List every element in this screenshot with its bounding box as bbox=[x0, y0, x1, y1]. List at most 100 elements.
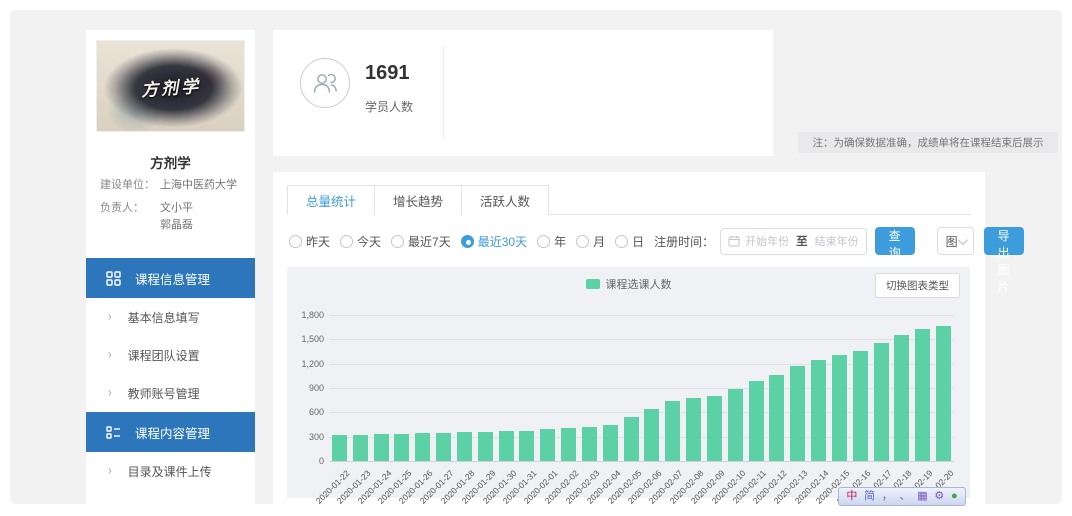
radio-last-7-days[interactable]: 最近7天 bbox=[391, 233, 451, 250]
radio-label: 昨天 bbox=[306, 233, 330, 250]
chevron-down-icon bbox=[958, 235, 968, 245]
sidebar-item-basic-info[interactable]: › 基本信息填写 bbox=[86, 298, 255, 336]
bar bbox=[478, 432, 493, 461]
bar bbox=[519, 431, 534, 461]
bar bbox=[457, 432, 472, 461]
bar bbox=[915, 329, 930, 461]
sidebar-item-teacher-accounts[interactable]: › 教师账号管理 bbox=[86, 374, 255, 412]
info-value: 文小平 郭晶磊 bbox=[160, 201, 193, 235]
info-label: 建设单位： bbox=[100, 178, 160, 193]
register-time-range-input[interactable]: 开始年份 至 结束年份 bbox=[720, 228, 867, 255]
radio-circle-icon bbox=[289, 235, 302, 248]
tab-total-statistics[interactable]: 总量统计 bbox=[287, 185, 375, 215]
tab-active-users[interactable]: 活跃人数 bbox=[461, 185, 549, 215]
y-axis-tick: 1,800 bbox=[289, 310, 324, 320]
range-separator: 至 bbox=[796, 233, 808, 249]
ime-toolbar[interactable]: 中简 ， 、 ▦ ⚙ ● bbox=[838, 487, 966, 506]
bar bbox=[644, 409, 659, 461]
tab-growth-trend[interactable]: 增长趋势 bbox=[374, 185, 462, 215]
legend-swatch bbox=[586, 279, 600, 289]
ime-globe-icon[interactable]: ● bbox=[951, 491, 958, 502]
ime-chinese-mode-icon[interactable]: 中 bbox=[846, 491, 857, 502]
radio-yesterday[interactable]: 昨天 bbox=[289, 233, 330, 250]
y-axis-tick: 900 bbox=[289, 383, 324, 393]
bar bbox=[624, 417, 639, 461]
start-year-placeholder[interactable]: 开始年份 bbox=[745, 233, 789, 249]
bar bbox=[894, 335, 909, 461]
bar bbox=[415, 433, 430, 461]
chart-plot[interactable]: 03006009001,2001,5001,8002020-01-222020-… bbox=[329, 315, 954, 461]
grid-icon bbox=[106, 271, 121, 286]
radio-label: 今天 bbox=[357, 233, 381, 250]
bar bbox=[707, 396, 722, 461]
bar bbox=[686, 398, 701, 461]
radio-today[interactable]: 今天 bbox=[340, 233, 381, 250]
bar bbox=[394, 434, 409, 461]
radio-label: 最近7天 bbox=[408, 233, 451, 250]
bar bbox=[749, 381, 764, 461]
leader-name-1: 文小平 bbox=[160, 201, 193, 216]
y-axis-tick: 1,200 bbox=[289, 359, 324, 369]
course-cover-image: 方剂学 bbox=[96, 40, 245, 132]
menu-header-label: 课程信息管理 bbox=[135, 269, 210, 288]
radio-label: 年 bbox=[554, 233, 566, 250]
ime-punctuation-icon[interactable]: ， bbox=[882, 491, 893, 502]
bar bbox=[436, 433, 451, 461]
bar bbox=[499, 431, 514, 461]
bar bbox=[332, 435, 347, 461]
chevron-right-icon: › bbox=[108, 348, 112, 362]
y-axis-tick: 0 bbox=[289, 456, 324, 466]
bar bbox=[790, 366, 805, 461]
y-axis-tick: 600 bbox=[289, 407, 324, 417]
bar bbox=[811, 360, 826, 461]
sidebar-item-team-setup[interactable]: › 课程团队设置 bbox=[86, 336, 255, 374]
legend-label: 课程选课人数 bbox=[606, 276, 672, 292]
register-time-label: 注册时间： bbox=[654, 233, 714, 250]
sidebar-menu: 课程信息管理 › 基本信息填写 › 课程团队设置 › 教师账号管理 bbox=[86, 258, 255, 490]
filter-row: 昨天 今天 最近7天 最近30天 年 bbox=[289, 226, 971, 256]
tab-bar: 总量统计 增长趋势 活跃人数 bbox=[287, 185, 971, 215]
y-axis-tick: 1,500 bbox=[289, 334, 324, 344]
export-image-button[interactable]: 导出图片 bbox=[984, 227, 1024, 255]
note-banner: 注：为确保数据准确，成绩单将在课程结束后展示 bbox=[798, 132, 1058, 153]
ime-tools-icon[interactable]: ⚙ bbox=[934, 491, 944, 502]
radio-circle-icon bbox=[391, 235, 404, 248]
end-year-placeholder[interactable]: 结束年份 bbox=[815, 233, 859, 249]
radio-circle-icon bbox=[537, 235, 550, 248]
menu-header-course-content[interactable]: 课程内容管理 bbox=[86, 412, 255, 452]
chart-type-select[interactable]: 图 bbox=[937, 227, 974, 255]
switch-chart-type-button[interactable]: 切换图表类型 bbox=[875, 273, 960, 298]
menu-header-label: 课程内容管理 bbox=[135, 423, 210, 442]
bar bbox=[561, 428, 576, 461]
student-count-value: 1691 bbox=[365, 62, 410, 85]
info-row-builder: 建设单位： 上海中医药大学 bbox=[100, 178, 245, 193]
student-count-card: 1691 学员人数 bbox=[273, 30, 773, 156]
info-row-leader: 负责人： 文小平 郭晶磊 bbox=[100, 201, 245, 235]
list-icon bbox=[106, 425, 121, 440]
menu-header-course-info[interactable]: 课程信息管理 bbox=[86, 258, 255, 298]
radio-circle-icon bbox=[615, 235, 628, 248]
ime-simplified-icon[interactable]: 简 bbox=[864, 491, 875, 502]
radio-label: 月 bbox=[593, 233, 605, 250]
bar bbox=[540, 429, 555, 461]
sidebar-item-catalog-upload[interactable]: › 目录及课件上传 bbox=[86, 452, 255, 490]
sidebar: 方剂学 方剂学 建设单位： 上海中医药大学 负责人： 文小平 郭晶磊 bbox=[86, 30, 255, 504]
chart-legend[interactable]: 课程选课人数 bbox=[586, 276, 672, 292]
radio-month[interactable]: 月 bbox=[576, 233, 605, 250]
students-icon bbox=[300, 58, 350, 108]
radio-day[interactable]: 日 bbox=[615, 233, 644, 250]
radio-last-30-days[interactable]: 最近30天 bbox=[461, 233, 527, 250]
menu-item-label: 课程团队设置 bbox=[128, 347, 200, 364]
bar bbox=[874, 343, 889, 461]
menu-item-label: 教师账号管理 bbox=[128, 385, 200, 402]
chevron-right-icon: › bbox=[108, 386, 112, 400]
query-button[interactable]: 查询 bbox=[875, 227, 915, 255]
bar bbox=[353, 435, 368, 461]
radio-label: 日 bbox=[632, 233, 644, 250]
radio-year[interactable]: 年 bbox=[537, 233, 566, 250]
ime-symbol-icon[interactable]: 、 bbox=[900, 491, 911, 502]
info-value: 上海中医药大学 bbox=[160, 178, 237, 193]
radio-circle-icon bbox=[340, 235, 353, 248]
bar bbox=[853, 351, 868, 461]
ime-softkeyboard-icon[interactable]: ▦ bbox=[917, 491, 927, 502]
